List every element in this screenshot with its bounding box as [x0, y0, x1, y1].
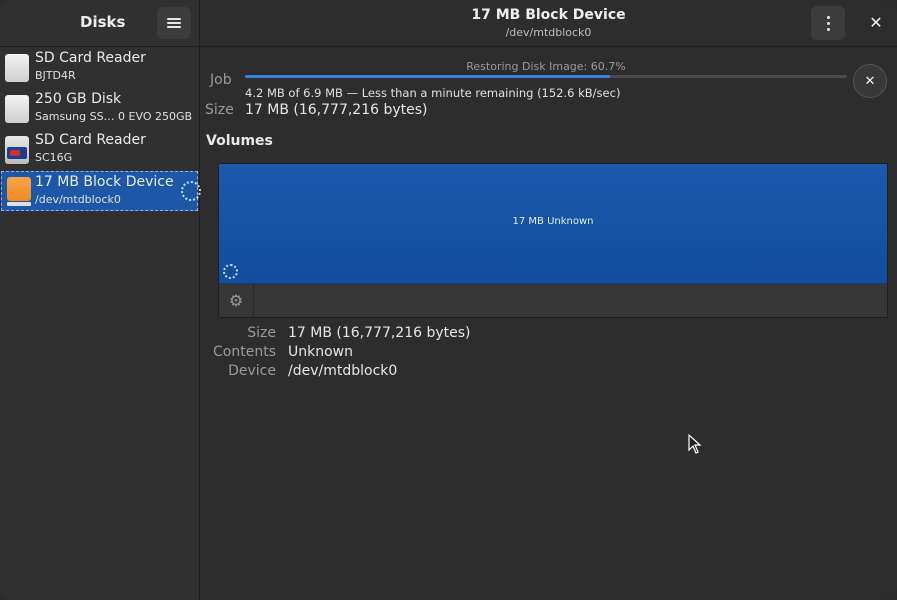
- detail-size-label: Size: [247, 325, 276, 341]
- disk-icon: [5, 95, 29, 123]
- job-label: Job: [210, 72, 232, 88]
- detail-contents-label: Contents: [213, 344, 276, 360]
- device-item-250gb-disk[interactable]: 250 GB Disk Samsung SS… 0 EVO 250GB: [0, 89, 199, 129]
- disks-window: Disks SD Card Reader BJTD4R 250 GB Disk …: [0, 0, 897, 600]
- header-bar: 17 MB Block Device /dev/mtdblock0 ✕: [200, 0, 897, 47]
- volume-toolbar: ⚙: [219, 284, 887, 317]
- device-subtitle: /dev/mtdblock0: [35, 193, 121, 206]
- sidebar: Disks SD Card Reader BJTD4R 250 GB Disk …: [0, 0, 201, 600]
- partition-options-button[interactable]: ⚙: [219, 284, 254, 317]
- busy-spinner-icon: [223, 264, 238, 279]
- device-subtitle: Samsung SS… 0 EVO 250GB: [35, 110, 193, 123]
- detail-device-value: /dev/mtdblock0: [288, 363, 398, 379]
- main-menu-button[interactable]: [157, 7, 191, 39]
- device-name: 17 MB Block Device: [35, 174, 174, 190]
- volumes-heading: Volumes: [206, 133, 273, 149]
- cancel-job-button[interactable]: ✕: [853, 64, 887, 98]
- sd-card-icon: [5, 136, 29, 164]
- drive-options-button[interactable]: [811, 6, 845, 40]
- device-name: SD Card Reader: [35, 50, 146, 66]
- kebab-icon: [826, 15, 830, 19]
- partition-label: 17 MB Unknown: [512, 216, 594, 227]
- size-label: Size: [205, 102, 234, 118]
- job-detail-text: 4.2 MB of 6.9 MB — Less than a minute re…: [245, 86, 621, 100]
- detail-contents-value: Unknown: [288, 344, 353, 360]
- close-icon: ✕: [864, 73, 876, 89]
- job-status-text: Restoring Disk Image: 60.7%: [466, 60, 626, 73]
- block-device-icon: [7, 177, 31, 206]
- busy-spinner-icon: [181, 181, 201, 201]
- close-window-button[interactable]: ✕: [864, 12, 888, 34]
- size-value: 17 MB (16,777,216 bytes): [245, 102, 428, 118]
- device-subtitle: SC16G: [35, 151, 73, 164]
- device-item-17mb-block-device[interactable]: 17 MB Block Device /dev/mtdblock0: [1, 171, 201, 211]
- gear-icon: ⚙: [228, 291, 244, 310]
- device-name: 250 GB Disk: [35, 91, 122, 107]
- detail-size-value: 17 MB (16,777,216 bytes): [288, 325, 471, 341]
- main-content: Job Restoring Disk Image: 60.7% 4.2 MB o…: [200, 47, 897, 600]
- device-item-sd-card-reader-bjtd4r[interactable]: SD Card Reader BJTD4R: [0, 48, 199, 88]
- volume-map: 17 MB Unknown ⚙: [218, 163, 888, 318]
- detail-device-label: Device: [228, 363, 276, 379]
- card-reader-icon: [5, 54, 29, 82]
- partition-block[interactable]: 17 MB Unknown: [219, 164, 887, 284]
- device-subtitle: BJTD4R: [35, 69, 76, 82]
- mouse-pointer-icon: [688, 434, 702, 454]
- sidebar-header: Disks: [0, 0, 199, 47]
- device-item-sd-card-reader-sc16g[interactable]: SD Card Reader SC16G: [0, 130, 199, 170]
- hamburger-icon: [167, 18, 181, 28]
- device-name: SD Card Reader: [35, 132, 146, 148]
- job-progress-fill: [245, 75, 611, 78]
- close-icon: ✕: [869, 13, 883, 32]
- device-path-subtitle: /dev/mtdblock0: [505, 26, 592, 39]
- app-title: Disks: [80, 13, 126, 31]
- job-progress-bar: [245, 75, 847, 78]
- device-title: 17 MB Block Device: [471, 7, 626, 23]
